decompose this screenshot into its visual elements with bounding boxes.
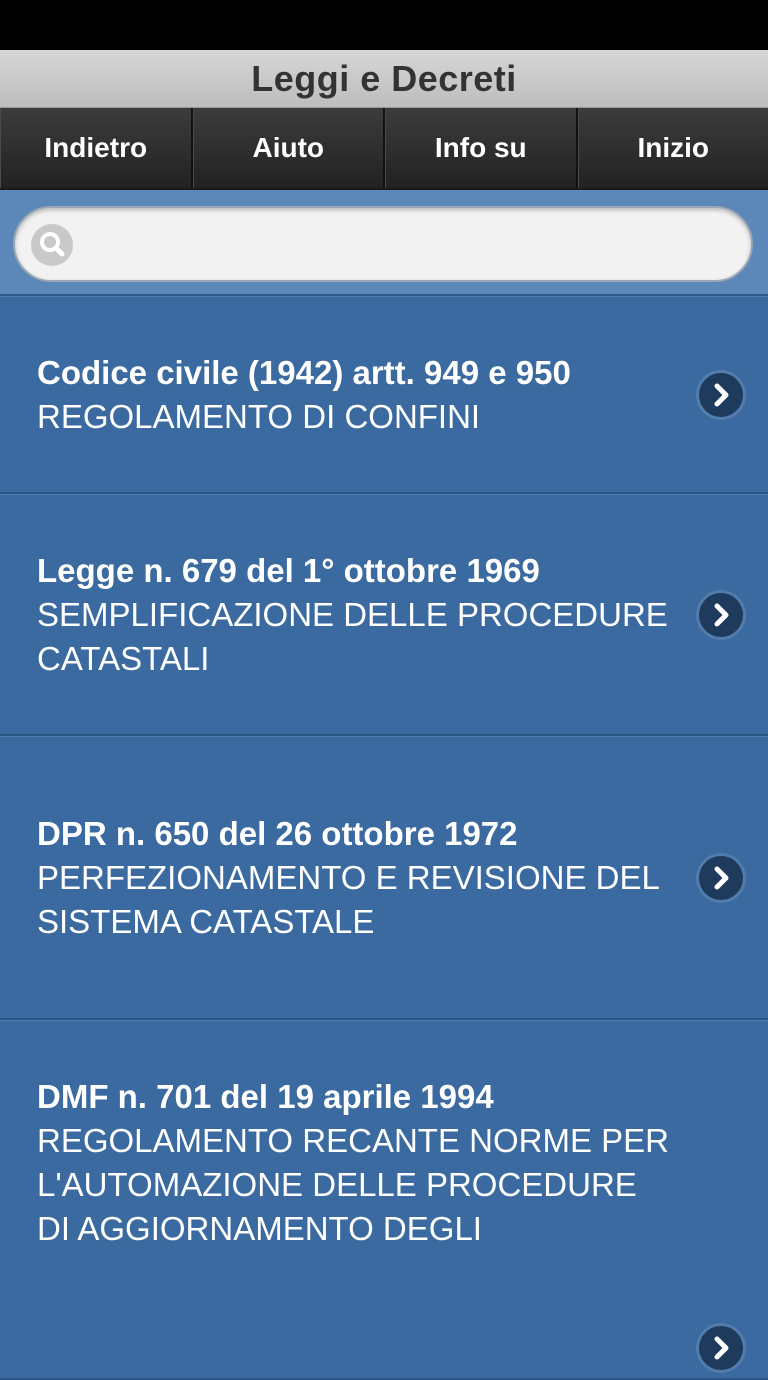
chevron-right-icon — [699, 373, 743, 417]
search-icon — [31, 224, 73, 266]
list-item[interactable]: DMF n. 701 del 19 aprile 1994 REGOLAMENT… — [0, 1020, 768, 1380]
chevron-right-icon — [699, 856, 743, 900]
list-item[interactable]: Codice civile (1942) artt. 949 e 950 REG… — [0, 296, 768, 494]
item-subtitle: PERFEZIONAMENTO E REVISIONE DEL SISTEMA … — [37, 856, 678, 944]
item-subtitle: SEMPLIFICAZIONE DELLE PROCEDURE CATASTAL… — [37, 593, 678, 681]
item-subtitle: REGOLAMENTO DI CONFINI — [37, 395, 678, 439]
search-box[interactable] — [13, 206, 753, 282]
status-bar — [0, 0, 768, 50]
item-title: DMF n. 701 del 19 aprile 1994 — [37, 1075, 678, 1119]
item-subtitle: REGOLAMENTO RECANTE NORME PER L'AUTOMAZI… — [37, 1119, 678, 1251]
item-title: Codice civile (1942) artt. 949 e 950 — [37, 351, 678, 395]
chevron-right-icon — [699, 593, 743, 637]
law-list: Codice civile (1942) artt. 949 e 950 REG… — [0, 296, 768, 1380]
chevron-right-icon — [699, 1326, 743, 1370]
item-title: DPR n. 650 del 26 ottobre 1972 — [37, 812, 678, 856]
search-input[interactable] — [87, 218, 741, 272]
search-area — [0, 190, 768, 296]
item-title: Legge n. 679 del 1° ottobre 1969 — [37, 549, 678, 593]
list-item[interactable]: Legge n. 679 del 1° ottobre 1969 SEMPLIF… — [0, 494, 768, 736]
list-item[interactable]: DPR n. 650 del 26 ottobre 1972 PERFEZION… — [0, 736, 768, 1020]
help-button[interactable]: Aiuto — [193, 108, 386, 188]
back-button[interactable]: Indietro — [0, 108, 193, 188]
home-button[interactable]: Inizio — [578, 108, 768, 188]
nav-bar: Indietro Aiuto Info su Inizio — [0, 108, 768, 190]
title-bar: Leggi e Decreti — [0, 50, 768, 108]
page-title: Leggi e Decreti — [0, 50, 768, 108]
info-button[interactable]: Info su — [385, 108, 578, 188]
